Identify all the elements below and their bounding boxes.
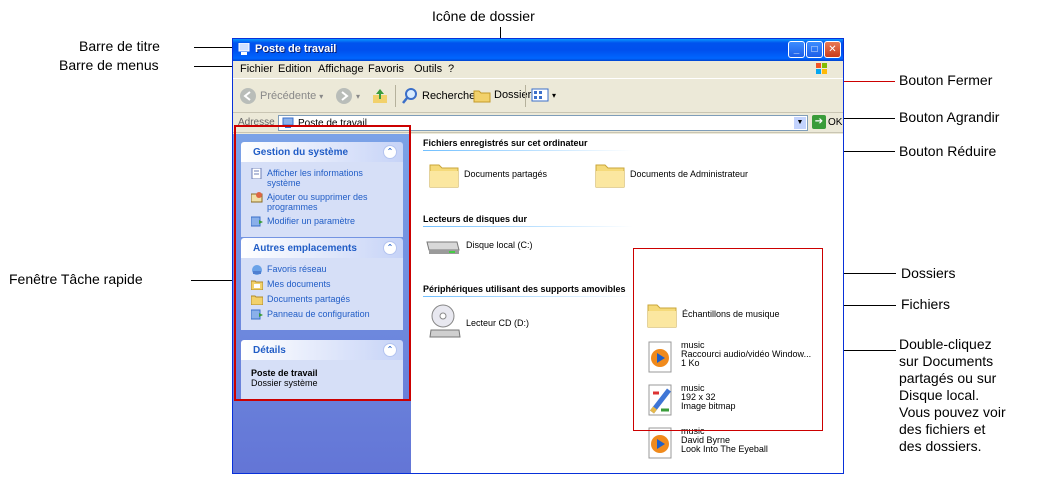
forward-arrow-icon [336, 88, 352, 104]
back-arrow-icon [240, 88, 256, 104]
music-audio-file[interactable]: music David Byrne Look Into The Eyeball [647, 427, 768, 459]
views-dropdown-icon[interactable]: ▾ [552, 91, 556, 100]
folders-icon [473, 90, 491, 103]
callout-task-pane: Fenêtre Tâche rapide [9, 271, 143, 287]
go-arrow-icon: ➔ [812, 115, 826, 129]
search-icon [402, 88, 417, 104]
callout-task-pane-line [191, 280, 234, 281]
views-icon [531, 88, 549, 102]
folders-button[interactable]: Dossiers [473, 87, 537, 103]
menu-view[interactable]: Affichage [318, 63, 364, 75]
group-divider [423, 296, 633, 297]
my-computer-icon [238, 43, 250, 55]
menu-help[interactable]: ? [448, 63, 454, 75]
callout-files: Fichiers [901, 296, 951, 312]
task-pane-highlight [234, 125, 411, 401]
back-dropdown-icon[interactable]: ▾ [319, 92, 323, 101]
media-player-icon [648, 427, 672, 459]
callout-folders: Dossiers [901, 265, 956, 281]
maximize-button[interactable]: □ [806, 41, 823, 58]
close-button[interactable]: ✕ [824, 41, 841, 58]
menu-bar: Fichier Edition Affichage Favoris Outils… [233, 61, 843, 78]
forward-button[interactable]: ▾ [335, 87, 360, 105]
callout-close-button: Bouton Fermer [899, 72, 993, 88]
shared-documents-item[interactable]: Documents partagés [429, 160, 547, 188]
toolbar-separator [395, 85, 396, 107]
menu-edit[interactable]: Edition [278, 63, 312, 75]
views-button[interactable]: ▾ [531, 87, 556, 103]
callout-folder-icon: Icône de dossier [432, 8, 535, 24]
hard-disk-icon [426, 241, 460, 254]
back-button[interactable]: Précédente ▾ [239, 87, 323, 105]
go-button[interactable]: ➔ OK [812, 115, 842, 129]
address-dropdown-icon[interactable]: ▼ [794, 117, 806, 129]
minimize-button[interactable]: _ [788, 41, 805, 58]
forward-dropdown-icon[interactable]: ▾ [356, 92, 360, 101]
group-header-removable: Périphériques utilisant des supports amo… [423, 284, 626, 294]
up-folder-button[interactable] [371, 87, 389, 105]
search-button[interactable]: Rechercher [401, 87, 479, 105]
menu-tools[interactable]: Outils [414, 63, 442, 75]
cd-drive-item[interactable]: Lecteur CD (D:) [429, 304, 529, 342]
callout-minimize-button: Bouton Réduire [899, 143, 997, 159]
up-folder-icon [373, 89, 387, 103]
group-divider [423, 226, 633, 227]
folder-icon [595, 164, 625, 188]
callout-double-click: Double-cliquez sur Documents partagés ou… [899, 336, 1006, 454]
toolbar: Précédente ▾ ▾ Rechercher Dossiers ▾ [233, 78, 843, 113]
title-bar[interactable]: Poste de travail _ □ ✕ [233, 39, 843, 61]
menu-favorites[interactable]: Favoris [368, 63, 404, 75]
windows-logo-icon [816, 63, 827, 74]
local-disk-item[interactable]: Disque local (C:) [425, 232, 533, 258]
group-header-drives: Lecteurs de disques dur [423, 214, 528, 224]
callout-title-bar: Barre de titre [79, 38, 160, 54]
group-header-files: Fichiers enregistrés sur cet ordinateur [423, 138, 588, 148]
callout-maximize-button: Bouton Agrandir [899, 109, 1000, 125]
window-title: Poste de travail [255, 43, 337, 55]
files-folders-highlight [633, 248, 823, 431]
group-divider [423, 150, 633, 151]
menu-file[interactable]: Fichier [240, 63, 273, 75]
callout-menu-bar: Barre de menus [59, 57, 159, 73]
admin-documents-item[interactable]: Documents de Administrateur [595, 160, 748, 188]
folder-icon [429, 164, 459, 188]
cd-drive-icon [429, 304, 461, 338]
toolbar-separator [525, 85, 526, 107]
